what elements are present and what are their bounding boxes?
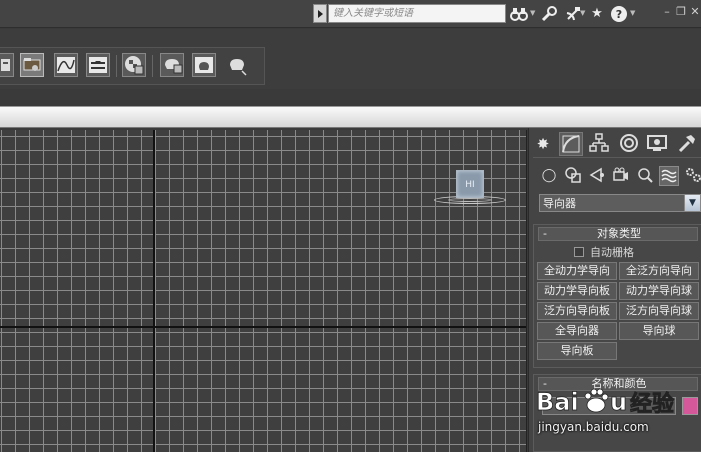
svg-text:Bai: Bai [536,388,579,416]
help-icon[interactable]: ? [610,5,628,23]
sdynaflect-sphere-button[interactable]: 动力学导向球 [619,282,699,300]
minimize-icon[interactable]: – [662,5,672,21]
viewcube-label: HI [465,180,475,190]
create-tab-icon[interactable]: ✸ [531,132,555,156]
search-expand-arrow[interactable] [313,4,327,23]
pdynaflect-button[interactable]: 全动力学导向 [537,262,617,280]
helpers-category-icon[interactable] [635,166,655,186]
curve-editor-button[interactable] [54,53,78,77]
svg-text:?: ? [616,8,622,21]
wrench-icon[interactable] [540,5,558,23]
world-axis-vertical [153,130,155,452]
pomniflect-button[interactable]: 全泛方向导向 [619,262,699,280]
toolbar-separator [116,55,117,77]
deflector-button[interactable]: 导向板 [537,342,617,360]
autogrid-label: 自动栅格 [590,246,634,259]
material-editor-button[interactable] [122,53,146,77]
panel-tab-divider [533,157,701,158]
cameras-category-icon[interactable] [611,166,631,186]
checkbox-box[interactable] [574,247,584,257]
toolbar-separator [152,55,153,77]
motion-tab-icon[interactable] [617,132,641,156]
udeflector-button[interactable]: 全导向器 [537,322,617,340]
star-icon[interactable]: ★ [588,5,606,23]
space-warps-category-icon[interactable] [659,166,679,186]
systems-category-icon[interactable] [683,166,701,186]
render-production-button[interactable] [226,53,250,77]
autogrid-checkbox[interactable]: 自动栅格 [574,245,634,259]
baidu-jingyan-logo: Bai u 经验 [536,388,674,418]
display-tab-icon[interactable] [645,132,669,156]
restore-icon[interactable]: ❐ [676,5,686,21]
rendered-frame-window-button[interactable] [192,53,216,77]
window-controls: – ❐ ✕ [662,5,700,21]
modify-tab-icon[interactable] [559,132,583,156]
svg-text:经验: 经验 [630,391,674,417]
subcategory-dropdown[interactable]: 导向器 ▼ [539,194,701,212]
object-type-rollout: - 对象类型 自动栅格 全动力学导向 全泛方向导向 动力学导向板 动力学导向球 … [533,224,701,368]
chevron-down-icon[interactable]: ▼ [630,8,636,18]
chevron-down-icon[interactable]: ▼ [530,8,536,18]
geometry-category-icon[interactable]: ◯ [539,166,559,186]
sdynaflect-button[interactable]: 动力学导向板 [537,282,617,300]
close-icon[interactable]: ✕ [690,5,700,21]
toolbar-partial-button[interactable] [0,53,14,77]
binoculars-icon[interactable] [510,5,528,23]
chevron-down-icon[interactable]: ▼ [684,195,700,211]
watermark-url: jingyan.baidu.com [538,420,649,434]
utilities-tab-icon[interactable] [675,132,699,156]
schematic-view-button[interactable] [20,53,44,77]
viewport-top[interactable]: HI [0,130,527,452]
uomniflect-plane-button[interactable]: 泛方向导向板 [537,302,617,320]
search-input[interactable] [328,4,506,23]
object-type-title: 对象类型 [597,227,641,240]
object-type-rollout-header[interactable]: - 对象类型 [538,227,698,241]
chevron-down-icon[interactable]: ▼ [580,8,586,18]
viewcube-box[interactable]: HI [456,170,484,198]
hierarchy-tab-icon[interactable] [587,132,611,156]
dope-sheet-button[interactable] [86,53,110,77]
world-axis-horizontal [0,326,526,328]
sdeflector-button[interactable]: 导向球 [619,322,699,340]
main-toolbar [0,29,701,89]
title-bar: ▼ ▼ ★ ? ▼ – ❐ ✕ [0,0,701,28]
ribbon-bar [0,106,701,128]
svg-text:u: u [610,388,627,416]
watermark: Bai u 经验 jingyan.baidu.com [536,384,701,444]
lights-category-icon[interactable] [587,166,607,186]
subcategory-value: 导向器 [543,197,576,210]
shapes-category-icon[interactable] [563,166,583,186]
somniflect-sphere-button[interactable]: 泛方向导向球 [619,302,699,320]
render-setup-button[interactable] [160,53,184,77]
